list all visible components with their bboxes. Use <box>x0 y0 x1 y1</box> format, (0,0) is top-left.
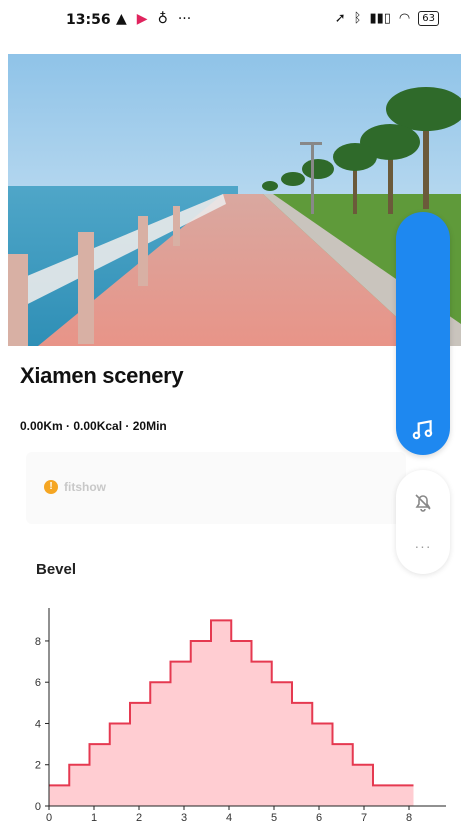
brand-logo-icon: ! <box>44 480 58 494</box>
route-stats: 0.00Km · 0.00Kcal · 20Min <box>20 419 167 433</box>
status-bar: 13:56 ▲ ▶ ♁ ··· ➚ ᛒ ▮▮▯ ◠ 63 <box>0 0 461 40</box>
x-tick-label-6: 6 <box>316 812 322 821</box>
y-tick-label-6: 6 <box>35 677 41 689</box>
bevel-heading: Bevel <box>36 561 77 578</box>
x-tick-label-0: 0 <box>46 812 52 821</box>
warning-icon: ▲ <box>116 11 127 27</box>
brand-label[interactable]: ! fitshow <box>44 480 106 494</box>
y-tick-label-4: 4 <box>35 718 41 730</box>
x-tick-label-2: 2 <box>136 812 142 821</box>
bevel-area <box>49 620 414 806</box>
status-left-icons: ▲ ▶ ♁ ··· <box>116 11 191 27</box>
status-right-icons: ➚ ᛒ ▮▮▯ ◠ 63 <box>335 11 439 26</box>
side-control-panel: ··· <box>396 470 450 574</box>
route-cover-image <box>8 54 461 346</box>
x-tick-label-3: 3 <box>181 812 187 821</box>
more-options-button[interactable]: ··· <box>396 538 450 554</box>
flag-icon: ▶ <box>136 11 148 27</box>
x-tick-label-4: 4 <box>226 812 232 821</box>
music-button[interactable] <box>396 212 450 455</box>
brand-name: fitshow <box>64 480 106 494</box>
battery-icon: 63 <box>418 11 439 26</box>
route-title: Xiamen scenery <box>20 363 184 388</box>
wifi-icon: ◠ <box>398 11 411 26</box>
x-tick-label-1: 1 <box>91 812 97 821</box>
bevel-chart: 0 2 4 6 8 0 1 2 3 4 5 6 7 8 <box>35 608 446 821</box>
y-tick-label-0: 0 <box>35 801 41 813</box>
navigation-icon: ➚ <box>334 11 346 26</box>
y-tick-label-2: 2 <box>35 760 41 772</box>
seaside-promenade-illustration <box>8 54 461 346</box>
battery-level: 63 <box>422 13 435 24</box>
status-time: 13:56 <box>66 12 111 28</box>
x-tick-label-8: 8 <box>406 812 412 821</box>
bluetooth-icon: ᛒ <box>353 11 362 26</box>
music-note-icon <box>412 420 433 440</box>
y-tick-label-8: 8 <box>35 636 41 648</box>
more-icon: ··· <box>177 11 192 27</box>
location-pin-icon: ♁ <box>157 11 168 27</box>
signal-icon: ▮▮▯ <box>369 11 391 26</box>
x-tick-label-7: 7 <box>361 812 367 821</box>
bell-off-icon[interactable] <box>411 490 435 514</box>
x-tick-label-5: 5 <box>271 812 277 821</box>
